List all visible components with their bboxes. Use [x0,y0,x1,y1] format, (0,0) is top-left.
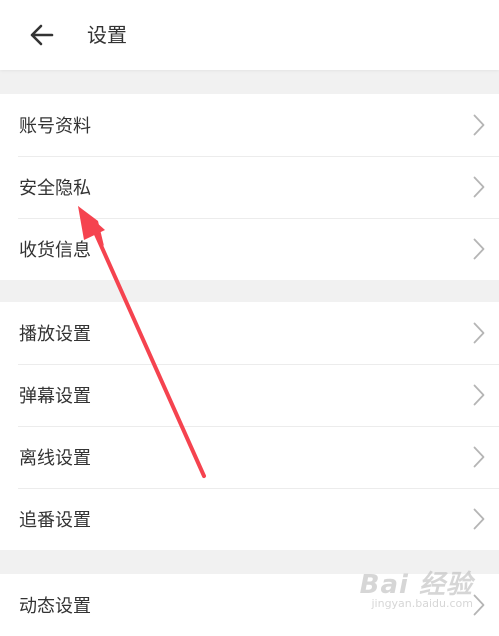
settings-item-shipping-info[interactable]: 收货信息 [0,218,499,280]
settings-item-label: 账号资料 [19,116,91,137]
page-title: 设置 [87,23,127,47]
settings-group-feed: 动态设置 [0,574,499,636]
settings-group-account: 账号资料 安全隐私 收货信息 [0,94,499,280]
settings-item-danmaku[interactable]: 弹幕设置 [0,364,499,426]
chevron-right-icon [473,176,485,198]
top-bar: 设置 [0,0,499,70]
settings-item-feed[interactable]: 动态设置 [0,574,499,636]
settings-item-label: 动态设置 [19,596,91,617]
settings-item-security-privacy[interactable]: 安全隐私 [0,156,499,218]
settings-item-label: 收货信息 [19,240,91,261]
chevron-right-icon [473,508,485,530]
settings-item-label: 播放设置 [19,324,91,345]
chevron-right-icon [473,446,485,468]
chevron-right-icon [473,384,485,406]
chevron-right-icon [473,594,485,616]
settings-item-bangumi-follow[interactable]: 追番设置 [0,488,499,550]
chevron-right-icon [473,238,485,260]
back-button[interactable] [24,18,58,52]
settings-item-account-profile[interactable]: 账号资料 [0,94,499,156]
settings-item-playback[interactable]: 播放设置 [0,302,499,364]
back-arrow-icon [30,24,54,46]
settings-item-label: 安全隐私 [19,178,91,199]
settings-item-label: 追番设置 [19,510,91,531]
settings-group-playback: 播放设置 弹幕设置 离线设置 追番设置 [0,302,499,550]
settings-item-label: 弹幕设置 [19,386,91,407]
chevron-right-icon [473,322,485,344]
chevron-right-icon [473,114,485,136]
settings-item-offline[interactable]: 离线设置 [0,426,499,488]
settings-item-label: 离线设置 [19,448,91,469]
